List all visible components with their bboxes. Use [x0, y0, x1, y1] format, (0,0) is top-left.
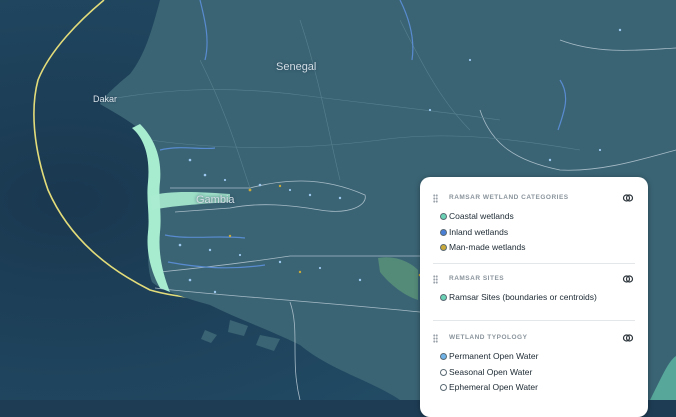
legend-item-label: Seasonal Open Water — [449, 367, 533, 377]
legend-dot-icon — [440, 213, 447, 220]
country-label-senegal: Senegal — [276, 61, 317, 73]
legend-section-title: RAMSAR WETLAND CATEGORIES — [449, 194, 569, 201]
legend-section-header: RAMSAR SITES — [433, 274, 638, 286]
country-label-gambia: Gambia — [196, 194, 235, 206]
drag-handle-icon[interactable] — [433, 275, 438, 284]
legend-section-header: WETLAND TYPOLOGY — [433, 333, 638, 345]
link-icon[interactable] — [622, 192, 634, 204]
legend-item-label: Permanent Open Water — [449, 351, 539, 361]
legend-item-label: Man-made wetlands — [449, 242, 526, 252]
legend-item-label: Coastal wetlands — [449, 211, 514, 221]
legend-dot-icon — [440, 294, 447, 301]
legend-panel: RAMSAR WETLAND CATEGORIES Coastal wetlan… — [420, 177, 648, 417]
legend-section-header: RAMSAR WETLAND CATEGORIES — [433, 193, 638, 205]
link-icon[interactable] — [622, 273, 634, 285]
legend-divider — [433, 320, 635, 321]
legend-dot-icon — [440, 229, 447, 236]
legend-item-label: Ramsar Sites (boundaries or centroids) — [449, 292, 597, 302]
legend-dot-icon — [440, 369, 447, 376]
legend-item-label: Inland wetlands — [449, 227, 509, 237]
legend-section-title: RAMSAR SITES — [449, 275, 505, 282]
legend-dot-icon — [440, 384, 447, 391]
link-icon[interactable] — [622, 332, 634, 344]
drag-handle-icon[interactable] — [433, 194, 438, 203]
legend-divider — [433, 263, 635, 264]
drag-handle-icon[interactable] — [433, 334, 438, 343]
legend-item-label: Ephemeral Open Water — [449, 382, 538, 392]
legend-dot-icon — [440, 244, 447, 251]
city-label-dakar: Dakar — [93, 94, 118, 104]
legend-dot-icon — [440, 353, 447, 360]
legend-section-title: WETLAND TYPOLOGY — [449, 334, 528, 341]
